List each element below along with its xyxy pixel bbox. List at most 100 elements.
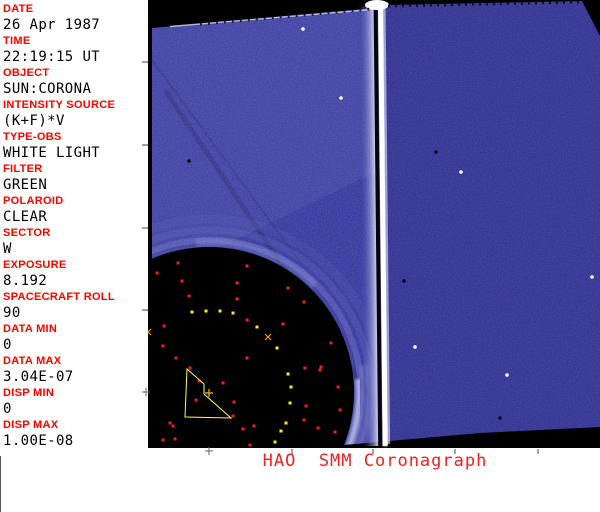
metadata-field-exposure: EXPOSURE 8.192 bbox=[0, 256, 142, 288]
red-fiducial-dot bbox=[221, 381, 225, 385]
dark-speck bbox=[498, 416, 502, 420]
yellow-limb-dot bbox=[275, 346, 279, 350]
metadata-field-time: TIME 22:19:15 UT bbox=[0, 32, 142, 64]
metadata-field-data-min: DATA MIN 0 bbox=[0, 320, 142, 352]
bright-point bbox=[301, 27, 305, 31]
metadata-field-filter: FILTER GREEN bbox=[0, 160, 142, 192]
field-value: SUN:CORONA bbox=[3, 81, 92, 96]
metadata-sidebar: DATE 26 Apr 1987 TIME 22:19:15 UT OBJECT SUN:… bbox=[0, 0, 142, 448]
field-value: 3.04E-07 bbox=[3, 369, 74, 384]
red-fiducial-dot bbox=[161, 344, 165, 348]
dark-speck bbox=[434, 150, 438, 154]
field-value: CLEAR bbox=[3, 209, 48, 224]
yellow-limb-dot bbox=[231, 311, 235, 315]
field-value: WHITE LIGHT bbox=[3, 145, 101, 160]
field-label: DATA MAX bbox=[3, 355, 62, 367]
metadata-field-object: OBJECT SUN:CORONA bbox=[0, 64, 142, 96]
red-fiducial-dot bbox=[303, 366, 307, 370]
yellow-limb-dot bbox=[286, 372, 290, 376]
field-label: INTENSITY SOURCE bbox=[3, 99, 116, 111]
red-fiducial-dot bbox=[248, 443, 252, 447]
red-fiducial-dot bbox=[188, 366, 192, 370]
red-fiducial-dot bbox=[245, 318, 249, 322]
field-label: DATE bbox=[3, 3, 34, 15]
red-fiducial-dot bbox=[318, 368, 322, 372]
bright-point bbox=[505, 373, 509, 377]
field-label: SECTOR bbox=[3, 227, 51, 239]
yellow-limb-dot bbox=[284, 421, 288, 425]
red-fiducial-dot bbox=[302, 418, 306, 422]
field-label: DISP MIN bbox=[3, 387, 55, 399]
bright-point bbox=[590, 275, 594, 279]
dark-speck bbox=[402, 279, 406, 283]
red-fiducial-dot bbox=[155, 271, 159, 275]
red-fiducial-dot bbox=[304, 404, 308, 408]
red-fiducial-dot bbox=[231, 414, 235, 418]
red-fiducial-dot bbox=[336, 385, 340, 389]
bright-point bbox=[413, 345, 417, 349]
red-fiducial-dot bbox=[168, 421, 172, 425]
yellow-limb-dot bbox=[204, 309, 208, 313]
red-fiducial-dot bbox=[245, 264, 249, 268]
field-value: 8.192 bbox=[3, 273, 48, 288]
field-value: W bbox=[3, 241, 12, 256]
field-label: DISP MAX bbox=[3, 419, 59, 431]
colorbar: 063127191255 bbox=[0, 448, 600, 512]
red-fiducial-dot bbox=[173, 437, 177, 441]
metadata-field-disp-min: DISP MIN 0 bbox=[0, 384, 142, 416]
field-value: GREEN bbox=[3, 177, 48, 192]
metadata-field-type-obs: TYPE-OBS WHITE LIGHT bbox=[0, 128, 142, 160]
red-fiducial-dot bbox=[194, 398, 198, 402]
metadata-field-disp-max: DISP MAX 1.00E-08 bbox=[0, 416, 142, 448]
bright-point bbox=[339, 96, 343, 100]
bright-point bbox=[459, 170, 463, 174]
yellow-limb-dot bbox=[289, 385, 293, 389]
red-fiducial-dot bbox=[232, 400, 236, 404]
red-fiducial-dot bbox=[316, 426, 320, 430]
red-fiducial-dot bbox=[286, 286, 290, 290]
field-value: 26 Apr 1987 bbox=[3, 17, 101, 32]
red-fiducial-dot bbox=[235, 297, 239, 301]
red-fiducial-dot bbox=[245, 356, 249, 360]
field-label: OBJECT bbox=[3, 67, 50, 79]
field-label: POLAROID bbox=[3, 195, 64, 207]
field-label: TYPE-OBS bbox=[3, 131, 62, 143]
field-value: 1.00E-08 bbox=[3, 433, 74, 448]
red-fiducial-dot bbox=[338, 408, 342, 412]
yellow-limb-dot bbox=[279, 429, 283, 433]
red-fiducial-dot bbox=[161, 438, 165, 442]
metadata-field-sector: SECTOR W bbox=[0, 224, 142, 256]
red-fiducial-dot bbox=[333, 430, 337, 434]
field-value: 90 bbox=[3, 305, 21, 320]
yellow-limb-dot bbox=[255, 325, 259, 329]
red-fiducial-dot bbox=[180, 279, 184, 283]
red-fiducial-dot bbox=[319, 365, 323, 369]
field-label: SPACECRAFT ROLL bbox=[3, 291, 115, 303]
yellow-limb-dot bbox=[190, 310, 194, 314]
field-value: 22:19:15 UT bbox=[3, 49, 101, 64]
metadata-field-date: DATE 26 Apr 1987 bbox=[0, 0, 142, 32]
metadata-field-polaroid: POLAROID CLEAR bbox=[0, 192, 142, 224]
red-fiducial-dot bbox=[281, 322, 285, 326]
red-fiducial-dot bbox=[162, 324, 166, 328]
metadata-field-intensity-source: INTENSITY SOURCE (K+F)*V bbox=[0, 96, 142, 128]
metadata-field-data-max: DATA MAX 3.04E-07 bbox=[0, 352, 142, 384]
field-value: 0 bbox=[3, 337, 12, 352]
red-fiducial-dot bbox=[329, 341, 333, 345]
field-value: (K+F)*V bbox=[3, 113, 65, 128]
coronagraph-viewer-window: DATE 26 Apr 1987 TIME 22:19:15 UT OBJECT SUN:… bbox=[0, 0, 600, 512]
field-label: EXPOSURE bbox=[3, 259, 67, 271]
red-fiducial-dot bbox=[176, 261, 180, 265]
field-label: DATA MIN bbox=[3, 323, 58, 335]
red-fiducial-dot bbox=[174, 356, 178, 360]
yellow-limb-dot bbox=[218, 309, 222, 313]
red-fiducial-dot bbox=[235, 281, 239, 285]
dark-speck bbox=[187, 159, 191, 163]
field-label: FILTER bbox=[3, 163, 43, 175]
field-label: TIME bbox=[3, 35, 31, 47]
red-fiducial-dot bbox=[302, 300, 306, 304]
metadata-field-spacecraft-roll: SPACECRAFT ROLL 90 bbox=[0, 288, 142, 320]
red-fiducial-dot bbox=[171, 424, 175, 428]
red-fiducial-dot bbox=[187, 294, 191, 298]
red-fiducial-dot bbox=[241, 427, 245, 431]
